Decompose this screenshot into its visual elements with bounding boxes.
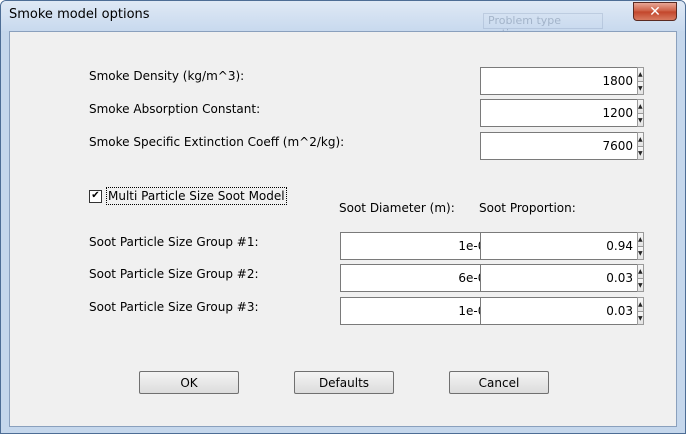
soot-group-2-proportion-input[interactable]: [480, 264, 637, 292]
defaults-button[interactable]: Defaults: [294, 371, 394, 394]
soot-group-3-proportion-input[interactable]: [480, 297, 637, 325]
arrow-up-icon: ▲: [638, 71, 643, 78]
soot-group-1-diameter-input[interactable]: [340, 232, 497, 260]
ok-button[interactable]: OK: [139, 371, 239, 394]
smoke-extinction-down-button[interactable]: ▼: [637, 146, 644, 160]
arrow-down-icon: ▼: [638, 249, 643, 257]
smoke-absorption-spinner: ▲ ▼: [480, 99, 644, 127]
soot-group-3-proportion-up-button[interactable]: ▲: [637, 297, 644, 311]
soot-group-3-diameter-spinner: ▲ ▼: [340, 297, 504, 325]
soot-proportion-header: Soot Proportion:: [479, 201, 576, 215]
smoke-absorption-up-button[interactable]: ▲: [637, 99, 644, 113]
soot-group-3-label: Soot Particle Size Group #3:: [89, 300, 259, 314]
dialog-window: Smoke model options Problem type options…: [0, 0, 686, 434]
smoke-absorption-down-button[interactable]: ▼: [637, 113, 644, 127]
arrow-up-icon: ▲: [638, 136, 643, 143]
soot-group-3-proportion-down-button[interactable]: ▼: [637, 311, 644, 325]
background-window-title: Problem type options: [483, 13, 603, 40]
soot-group-2-diameter-input[interactable]: [340, 264, 497, 292]
smoke-density-up-button[interactable]: ▲: [637, 67, 644, 81]
smoke-extinction-spinner: ▲ ▼: [480, 132, 644, 160]
soot-group-1-proportion-spinner: ▲ ▼: [480, 232, 644, 260]
dialog-body: Smoke Density (kg/m^3): ▲ ▼ Smoke Absorp…: [9, 31, 677, 427]
smoke-absorption-label: Smoke Absorption Constant:: [89, 102, 261, 116]
multi-particle-label[interactable]: Multi Particle Size Soot Model: [106, 187, 287, 205]
cancel-button[interactable]: Cancel: [449, 371, 549, 394]
smoke-extinction-up-button[interactable]: ▲: [637, 132, 644, 146]
arrow-up-icon: ▲: [638, 268, 643, 275]
soot-group-3-diameter-input[interactable]: [340, 297, 497, 325]
soot-group-1-diameter-spinner: ▲ ▼: [340, 232, 504, 260]
soot-group-1-proportion-input[interactable]: [480, 232, 637, 260]
soot-group-2-diameter-spinner: ▲ ▼: [340, 264, 504, 292]
soot-group-2-proportion-down-button[interactable]: ▼: [637, 278, 644, 292]
smoke-extinction-label: Smoke Specific Extinction Coeff (m^2/kg)…: [89, 135, 345, 149]
checkmark-icon: ✔: [91, 190, 100, 201]
arrow-down-icon: ▼: [638, 149, 643, 157]
title-bar[interactable]: Smoke model options Problem type options…: [1, 1, 685, 40]
arrow-down-icon: ▼: [638, 116, 643, 124]
arrow-down-icon: ▼: [638, 281, 643, 289]
soot-group-1-proportion-down-button[interactable]: ▼: [637, 246, 644, 260]
soot-group-1-proportion-up-button[interactable]: ▲: [637, 232, 644, 246]
smoke-density-input[interactable]: [480, 67, 637, 95]
arrow-up-icon: ▲: [638, 301, 643, 308]
smoke-density-spinner: ▲ ▼: [480, 67, 644, 95]
close-button[interactable]: ✕: [633, 2, 677, 21]
close-icon: ✕: [649, 3, 661, 20]
smoke-extinction-input[interactable]: [480, 132, 637, 160]
arrow-down-icon: ▼: [638, 314, 643, 322]
smoke-absorption-input[interactable]: [480, 99, 637, 127]
multi-particle-checkbox[interactable]: ✔: [89, 189, 102, 203]
soot-group-2-proportion-spinner: ▲ ▼: [480, 264, 644, 292]
arrow-up-icon: ▲: [638, 236, 643, 243]
window-title: Smoke model options: [9, 7, 150, 22]
smoke-density-label: Smoke Density (kg/m^3):: [89, 69, 245, 83]
soot-group-3-proportion-spinner: ▲ ▼: [480, 297, 644, 325]
arrow-down-icon: ▼: [638, 84, 643, 92]
smoke-density-down-button[interactable]: ▼: [637, 81, 644, 95]
soot-group-2-proportion-up-button[interactable]: ▲: [637, 264, 644, 278]
soot-group-1-label: Soot Particle Size Group #1:: [89, 235, 259, 249]
arrow-up-icon: ▲: [638, 103, 643, 110]
soot-diameter-header: Soot Diameter (m):: [339, 201, 455, 215]
soot-group-2-label: Soot Particle Size Group #2:: [89, 267, 259, 281]
multi-particle-checkbox-row[interactable]: ✔ Multi Particle Size Soot Model: [89, 187, 287, 205]
